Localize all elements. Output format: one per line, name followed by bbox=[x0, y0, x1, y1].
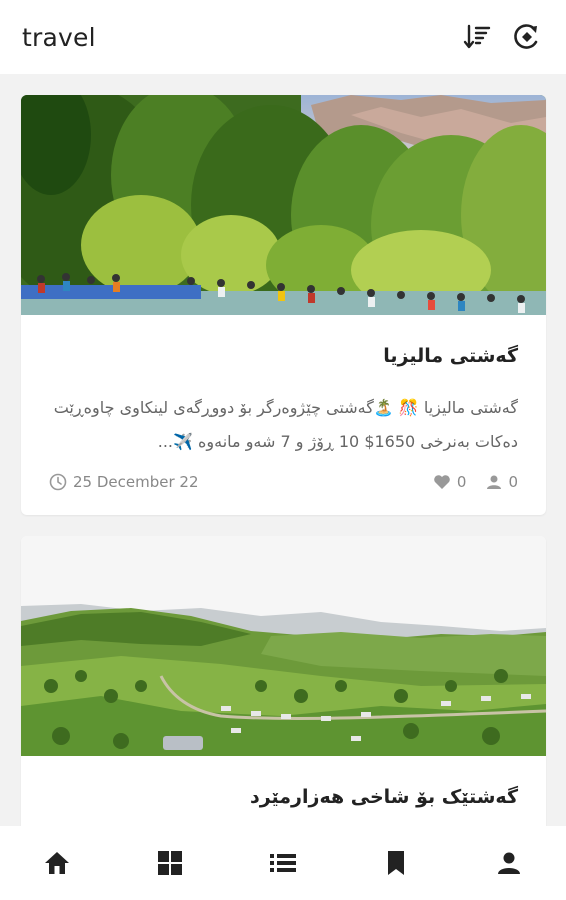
post-card[interactable]: گەشتێک بۆ شاخی هەزارمێرد bbox=[21, 536, 546, 826]
profile-icon bbox=[498, 852, 521, 874]
grid-icon bbox=[157, 851, 182, 875]
bottom-navigation bbox=[0, 826, 566, 900]
nav-profile[interactable] bbox=[479, 833, 539, 893]
post-title[interactable]: گەشتی مالیزیا bbox=[49, 345, 518, 367]
participant-count: 0 bbox=[508, 473, 518, 491]
participant-counter[interactable]: 0 bbox=[486, 473, 518, 491]
forest-river-photo bbox=[21, 95, 546, 315]
list-icon bbox=[269, 854, 296, 872]
post-feed[interactable]: گەشتی مالیزیا گەشتی مالیزیا 🎊 🏝️گەشتی چێ… bbox=[0, 74, 566, 826]
heart-icon bbox=[434, 475, 450, 489]
post-date: 25 December 22 bbox=[49, 473, 413, 491]
nav-home[interactable] bbox=[27, 833, 87, 893]
app-title: travel bbox=[22, 22, 96, 52]
bookmark-icon bbox=[388, 851, 405, 875]
post-card[interactable]: گەشتی مالیزیا گەشتی مالیزیا 🎊 🏝️گەشتی چێ… bbox=[21, 95, 546, 515]
post-image[interactable] bbox=[21, 536, 546, 756]
post-image[interactable] bbox=[21, 95, 546, 315]
person-icon bbox=[487, 475, 502, 489]
nav-grid[interactable] bbox=[140, 833, 200, 893]
post-date-text: 25 December 22 bbox=[73, 473, 199, 491]
nav-bookmarks[interactable] bbox=[366, 833, 426, 893]
post-title[interactable]: گەشتێک بۆ شاخی هەزارمێرد bbox=[49, 786, 518, 808]
like-count: 0 bbox=[456, 473, 467, 491]
theme-toggle-icon bbox=[514, 24, 538, 49]
like-counter[interactable]: 0 bbox=[433, 473, 467, 491]
home-icon bbox=[44, 852, 69, 874]
sort-button[interactable] bbox=[460, 20, 494, 54]
theme-toggle-button[interactable] bbox=[510, 20, 544, 54]
post-meta: 25 December 22 0 0 bbox=[49, 473, 518, 491]
clock-icon bbox=[49, 473, 67, 491]
green-valley-photo bbox=[21, 536, 546, 756]
nav-list[interactable] bbox=[253, 833, 313, 893]
app-bar: travel bbox=[0, 0, 566, 74]
sort-icon bbox=[463, 24, 491, 49]
post-excerpt: گەشتی مالیزیا 🎊 🏝️گەشتی چێژوەرگر بۆ دووڕ… bbox=[53, 398, 518, 451]
